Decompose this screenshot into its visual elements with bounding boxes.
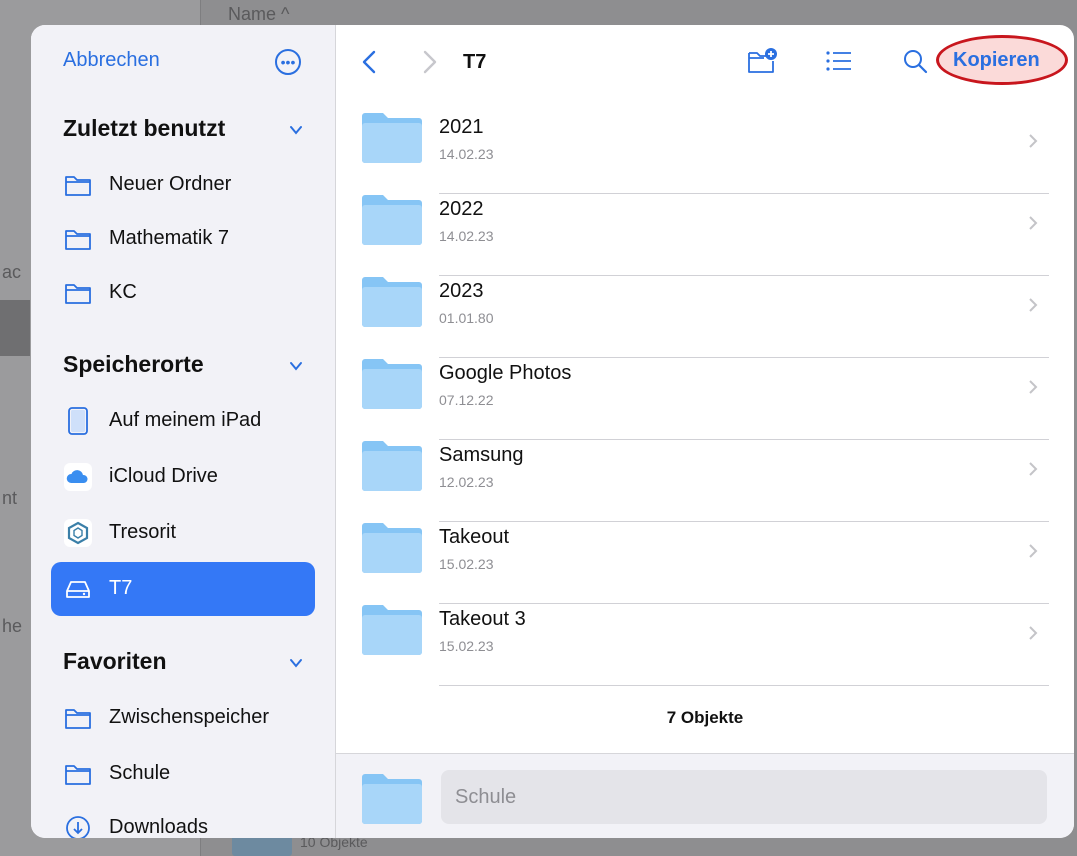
file-picker-modal: Abbrechen ••• Zuletzt benutzt Neuer Ordn… [31, 25, 1074, 838]
file-name: Takeout [439, 526, 510, 548]
icloud-icon [64, 463, 92, 491]
download-icon [66, 816, 90, 838]
sidebar-item-label: KC [109, 281, 137, 303]
row-divider [439, 685, 1049, 686]
search-icon[interactable] [901, 47, 931, 75]
folder-icon [65, 176, 91, 196]
ellipsis-circle-icon[interactable]: ••• [275, 49, 301, 75]
sidebar-item-neuer-ordner[interactable]: Neuer Ordner [51, 158, 315, 212]
folder-icon [362, 441, 422, 491]
chevron-right-icon [1029, 134, 1038, 148]
folder-icon [65, 284, 91, 304]
file-row[interactable]: 2021 14.02.23 [361, 112, 1049, 194]
sidebar-item-schule[interactable]: Schule [51, 747, 315, 801]
external-drive-icon [66, 581, 90, 598]
folder-icon [362, 195, 422, 245]
file-name: Takeout 3 [439, 608, 526, 630]
folder-icon [65, 765, 91, 785]
sidebar-item-zwischenspeicher[interactable]: Zwischenspeicher [51, 691, 315, 745]
folder-icon [362, 605, 422, 655]
background-column-header: Name ^ [228, 4, 290, 24]
copy-button[interactable]: Kopieren [953, 49, 1040, 72]
sidebar: Abbrechen ••• Zuletzt benutzt Neuer Ordn… [31, 25, 336, 838]
sidebar-item-auf-meinem-ipad[interactable]: Auf meinem iPad [51, 394, 315, 448]
destination-name-field[interactable]: Schule [441, 770, 1047, 824]
file-row[interactable]: Takeout 15.02.23 [361, 522, 1049, 604]
sidebar-item-t7[interactable]: T7 [51, 562, 315, 616]
file-row[interactable]: Google Photos 07.12.22 [361, 358, 1049, 440]
background-edge-text: nt [2, 488, 18, 508]
file-row[interactable]: Samsung 12.02.23 [361, 440, 1049, 522]
file-date: 01.01.80 [439, 310, 494, 326]
folder-icon [362, 359, 422, 409]
file-name: Samsung [439, 444, 524, 466]
back-chevron-icon[interactable] [361, 49, 377, 75]
chevron-down-icon[interactable] [289, 359, 303, 373]
sidebar-item-label: Neuer Ordner [109, 173, 232, 195]
sidebar-item-label: Mathematik 7 [109, 227, 230, 249]
cancel-button[interactable]: Abbrechen [63, 49, 160, 72]
file-name: Google Photos [439, 362, 572, 384]
sidebar-item-label: Tresorit [109, 521, 177, 543]
background-selected-row [0, 300, 30, 356]
background-edge-text: he [2, 616, 23, 636]
file-date: 14.02.23 [439, 228, 494, 244]
sidebar-item-label: T7 [109, 577, 133, 599]
forward-chevron-icon[interactable] [422, 49, 438, 75]
sidebar-item-tresorit[interactable]: Tresorit [51, 506, 315, 560]
folder-icon [362, 277, 422, 327]
new-folder-icon[interactable] [747, 47, 777, 75]
ipad-icon [68, 407, 88, 435]
file-row[interactable]: 2022 14.02.23 [361, 194, 1049, 276]
folder-icon [362, 774, 422, 824]
folder-icon [362, 523, 422, 573]
chevron-right-icon [1029, 216, 1038, 230]
file-date: 07.12.22 [439, 392, 494, 408]
sidebar-item-downloads[interactable]: Downloads [51, 801, 315, 838]
file-name: 2021 [439, 116, 484, 138]
sidebar-item-label: Zwischenspeicher [109, 706, 270, 728]
section-title-favorites[interactable]: Favoriten [63, 648, 167, 675]
file-date: 15.02.23 [439, 556, 494, 572]
file-date: 12.02.23 [439, 474, 494, 490]
file-row[interactable]: Takeout 3 15.02.23 [361, 604, 1049, 686]
chevron-down-icon[interactable] [289, 656, 303, 670]
folder-icon [65, 709, 91, 729]
sidebar-item-label: Schule [109, 762, 171, 784]
sidebar-item-mathematik-7[interactable]: Mathematik 7 [51, 212, 315, 266]
chevron-right-icon [1029, 626, 1038, 640]
sidebar-item-label: Auf meinem iPad [109, 409, 262, 431]
section-title-locations[interactable]: Speicherorte [63, 351, 204, 378]
file-name: 2022 [439, 198, 484, 220]
tresorit-icon [64, 519, 92, 547]
chevron-right-icon [1029, 462, 1038, 476]
file-name: 2023 [439, 280, 484, 302]
folder-icon [362, 113, 422, 163]
section-title-recent[interactable]: Zuletzt benutzt [63, 115, 225, 142]
chevron-down-icon[interactable] [289, 123, 303, 137]
sidebar-item-label: iCloud Drive [109, 465, 218, 487]
sidebar-item-icloud-drive[interactable]: iCloud Drive [51, 450, 315, 504]
list-view-icon[interactable] [824, 47, 854, 75]
file-row[interactable]: 2023 01.01.80 [361, 276, 1049, 358]
chevron-right-icon [1029, 298, 1038, 312]
file-date: 15.02.23 [439, 638, 494, 654]
sidebar-item-label: Downloads [109, 816, 208, 838]
page-title: T7 [463, 51, 487, 73]
chevron-right-icon [1029, 544, 1038, 558]
item-count: 7 Objekte [666, 708, 744, 727]
background-edge-text: ac [2, 262, 22, 282]
sidebar-item-kc[interactable]: KC [51, 266, 315, 320]
chevron-right-icon [1029, 380, 1038, 394]
file-date: 14.02.23 [439, 146, 494, 162]
folder-icon [65, 230, 91, 250]
